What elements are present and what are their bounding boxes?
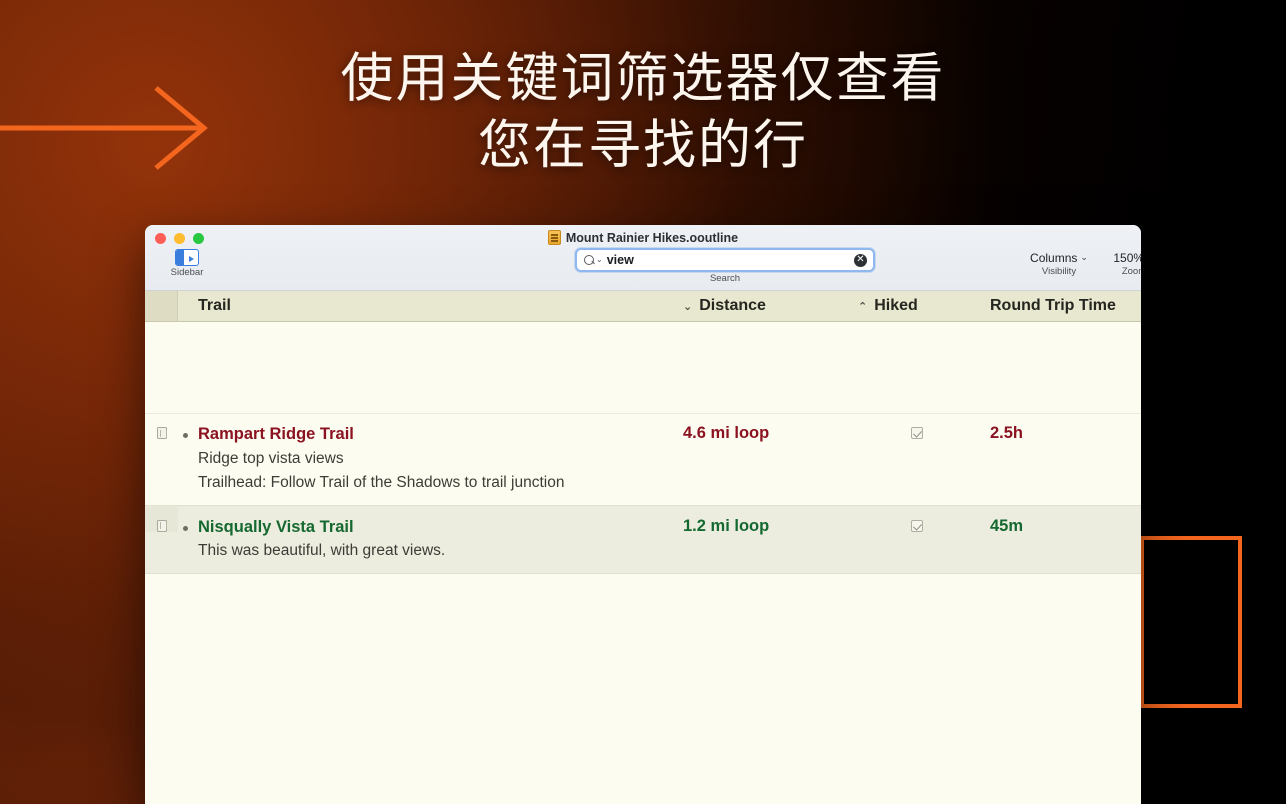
clear-search-icon[interactable]: ✕	[854, 254, 867, 267]
row-bullet-icon	[183, 526, 188, 531]
row-bullet-icon	[183, 433, 188, 438]
search-input[interactable]: view	[607, 253, 854, 267]
search-caption: Search	[575, 273, 875, 284]
column-header-distance[interactable]: ⌄ Distance	[683, 291, 858, 321]
table-row[interactable]: Nisqually Vista Trail This was beautiful…	[145, 506, 1141, 575]
empty-filtered-space	[145, 322, 1141, 413]
chevron-down-icon: ⌄	[1080, 252, 1088, 263]
window-titlebar: Mount Rainier Hikes.ooutline Sidebar ⌄ v…	[145, 225, 1141, 291]
zoom-control[interactable]: 150% ⌃⌄ Zoom	[1103, 250, 1141, 277]
column-visibility-control[interactable]: Columns ⌄ Visibility	[1015, 250, 1103, 277]
column-header-hiked-label: Hiked	[874, 297, 918, 315]
zoom-level-value[interactable]: 150%	[1113, 251, 1141, 265]
page-title: 使用关键词筛选器仅查看 您在寻找的行	[0, 46, 1286, 180]
column-header-distance-label: Distance	[699, 297, 766, 315]
search-icon	[584, 255, 595, 266]
search-field[interactable]: ⌄ view ✕	[575, 248, 875, 272]
trail-note: Ridge top vista views	[198, 447, 683, 471]
window-title-text: Mount Rainier Hikes.ooutline	[566, 231, 738, 245]
headline-line-1: 使用关键词筛选器仅查看	[0, 46, 1286, 113]
cell-round-trip-time[interactable]: 2.5h	[976, 414, 1141, 505]
visibility-caption: Visibility	[1015, 266, 1103, 277]
cell-hiked[interactable]	[858, 507, 976, 574]
columns-dropdown-label[interactable]: Columns	[1030, 251, 1077, 265]
column-header-trail[interactable]: Trail	[178, 291, 683, 321]
column-header-round-trip-time-label: Round Trip Time	[990, 297, 1116, 315]
row-gutter	[145, 507, 178, 532]
sort-indicator-distance: ⌄	[683, 300, 692, 313]
sidebar-toggle-icon	[175, 249, 199, 266]
highlight-rectangle	[1140, 536, 1242, 708]
trail-note: This was beautiful, with great views.	[198, 539, 683, 563]
sidebar-toggle-label: Sidebar	[159, 267, 215, 278]
table-row[interactable]: Rampart Ridge Trail Ridge top vista view…	[145, 413, 1141, 506]
search-control: ⌄ view ✕ Search	[575, 248, 875, 284]
trail-title[interactable]: Nisqually Vista Trail	[198, 517, 683, 538]
row-handle-icon[interactable]	[157, 520, 167, 532]
column-header-trail-label: Trail	[198, 297, 231, 315]
cell-round-trip-time[interactable]: 45m	[976, 507, 1141, 574]
sidebar-toggle-button[interactable]: Sidebar	[159, 249, 215, 278]
gutter-header	[145, 291, 178, 321]
cell-distance[interactable]: 4.6 mi loop	[683, 414, 858, 505]
sort-indicator-hiked: ⌃	[858, 300, 867, 313]
column-header-hiked[interactable]: ⌃ Hiked	[858, 291, 976, 321]
cell-trail[interactable]: Rampart Ridge Trail Ridge top vista view…	[178, 414, 683, 505]
app-window: Mount Rainier Hikes.ooutline Sidebar ⌄ v…	[145, 225, 1141, 804]
trail-title[interactable]: Rampart Ridge Trail	[198, 424, 683, 445]
headline-line-2: 您在寻找的行	[0, 113, 1286, 180]
outline-document-icon	[548, 230, 561, 245]
cell-distance[interactable]: 1.2 mi loop	[683, 507, 858, 574]
row-gutter	[145, 414, 178, 439]
window-title: Mount Rainier Hikes.ooutline	[145, 230, 1141, 245]
column-header-round-trip-time[interactable]: Round Trip Time	[976, 291, 1141, 321]
trail-note: Trailhead: Follow Trail of the Shadows t…	[198, 471, 683, 495]
hiked-checkbox-icon[interactable]	[911, 520, 923, 532]
row-handle-icon[interactable]	[157, 427, 167, 439]
chevron-down-icon[interactable]: ⌄	[596, 256, 603, 264]
zoom-caption: Zoom	[1103, 266, 1141, 277]
table-header-row: Trail ⌄ Distance ⌃ Hiked Round Trip Time	[145, 291, 1141, 322]
hiked-checkbox-icon[interactable]	[911, 427, 923, 439]
cell-trail[interactable]: Nisqually Vista Trail This was beautiful…	[178, 507, 683, 574]
cell-hiked[interactable]	[858, 414, 976, 505]
table-body: Rampart Ridge Trail Ridge top vista view…	[145, 322, 1141, 804]
